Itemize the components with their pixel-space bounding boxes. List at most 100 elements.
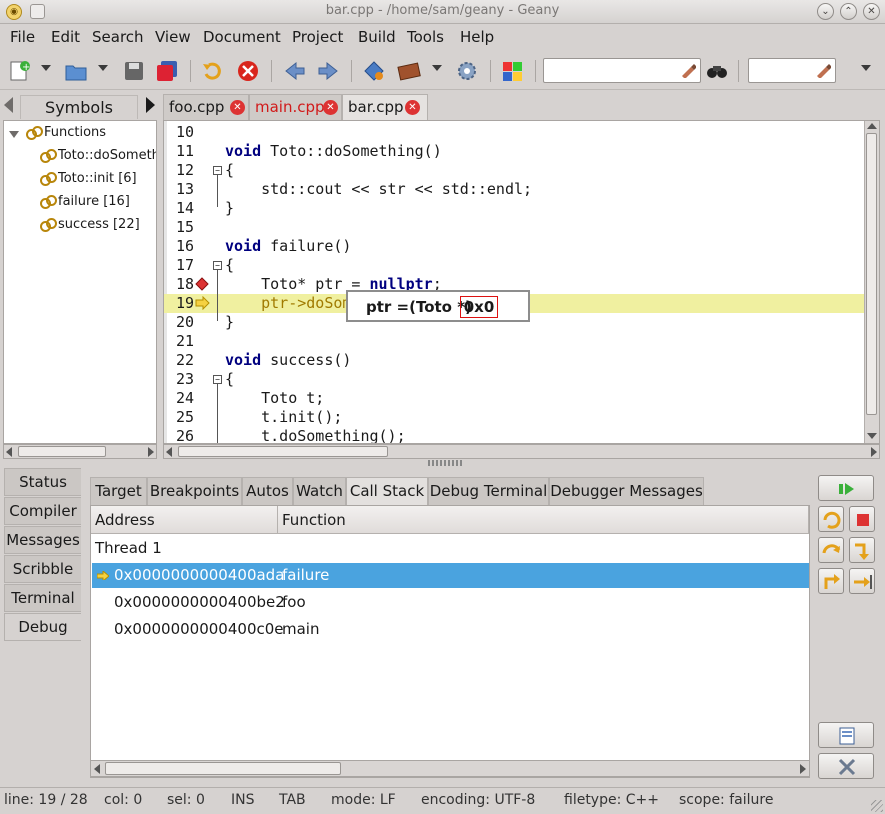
tooltip-value[interactable]: 0x0 [460, 296, 498, 318]
menu-view[interactable]: View [155, 28, 191, 46]
maximize-icon[interactable]: ⌃ [840, 3, 857, 20]
preferences-icon[interactable] [455, 60, 479, 82]
fold-icon[interactable]: − [213, 375, 222, 384]
tab-terminal[interactable]: Terminal [4, 584, 81, 612]
compile-icon[interactable] [362, 60, 386, 82]
clear-search-icon[interactable] [680, 62, 696, 78]
open-file-dropdown-icon[interactable] [98, 65, 108, 71]
sidebar-tab-next-icon[interactable] [146, 97, 155, 113]
find-binoculars-icon[interactable] [705, 60, 729, 82]
tab-breakpoints[interactable]: Breakpoints [147, 477, 242, 505]
thread-row[interactable]: Thread 1 [92, 536, 809, 561]
tab-symbols[interactable]: Symbols [20, 95, 138, 119]
run-continue-button[interactable] [818, 475, 874, 501]
scroll-right-icon[interactable] [871, 447, 877, 457]
stack-frame-row[interactable]: 0x0000000000400c0e main [92, 617, 809, 642]
expander-icon[interactable] [9, 131, 19, 138]
tab-foo-cpp[interactable]: foo.cpp ✕ [163, 94, 249, 120]
sidebar-tab-prev-icon[interactable] [4, 97, 13, 113]
fold-icon[interactable]: − [213, 166, 222, 175]
close-tab-icon[interactable]: ✕ [405, 100, 420, 115]
symbol-item[interactable]: Toto::doSomething [11] [58, 148, 156, 163]
settings-panel-button[interactable] [818, 722, 874, 748]
revert-icon[interactable] [201, 60, 225, 82]
goto-line-input[interactable] [748, 58, 836, 83]
new-file-icon[interactable]: + [8, 60, 32, 82]
tab-main-cpp[interactable]: main.cpp ✕ [249, 94, 342, 120]
tab-call-stack[interactable]: Call Stack [346, 477, 428, 505]
tab-messages[interactable]: Messages [4, 526, 81, 554]
tab-bar-cpp[interactable]: bar.cpp ✕ [342, 94, 428, 120]
tools-button[interactable] [818, 753, 874, 779]
scrollbar-thumb[interactable] [866, 133, 877, 415]
tab-autos[interactable]: Autos [242, 477, 293, 505]
column-header-function[interactable]: Function [278, 506, 809, 534]
menu-tools[interactable]: Tools [407, 28, 444, 46]
close-window-icon[interactable]: ✕ [863, 3, 880, 20]
restart-button[interactable] [818, 506, 844, 532]
menu-edit[interactable]: Edit [51, 28, 80, 46]
minimize-icon[interactable]: ⌄ [817, 3, 834, 20]
search-input[interactable] [543, 58, 701, 83]
close-file-icon[interactable] [236, 60, 260, 82]
build-icon[interactable] [397, 60, 421, 82]
tab-debug-terminal[interactable]: Debug Terminal [428, 477, 549, 505]
code-editor[interactable]: 10 11 void Toto::doSomething() 12−{ 13 st… [163, 120, 880, 444]
toolbar-overflow-icon[interactable] [861, 65, 871, 71]
tab-compiler[interactable]: Compiler [4, 497, 81, 525]
step-out-button[interactable] [818, 568, 844, 594]
scroll-right-icon[interactable] [148, 447, 154, 457]
open-file-icon[interactable] [64, 60, 88, 82]
menu-search[interactable]: Search [92, 28, 144, 46]
build-dropdown-icon[interactable] [432, 65, 442, 71]
tab-status[interactable]: Status [4, 468, 81, 496]
scroll-left-icon[interactable] [166, 447, 172, 457]
symbol-item[interactable]: success [22] [58, 217, 140, 232]
clear-goto-icon[interactable] [815, 62, 831, 78]
color-chooser-icon[interactable] [501, 60, 525, 82]
tab-scribble[interactable]: Scribble [4, 555, 81, 583]
scroll-left-icon[interactable] [6, 447, 12, 457]
tab-debugger-messages[interactable]: Debugger Messages [549, 477, 704, 505]
navigate-back-icon[interactable] [283, 60, 307, 82]
save-all-icon[interactable] [155, 60, 179, 82]
navigate-forward-icon[interactable] [316, 60, 340, 82]
menu-document[interactable]: Document [203, 28, 281, 46]
fold-icon[interactable]: − [213, 261, 222, 270]
menu-help[interactable]: Help [460, 28, 494, 46]
close-tab-icon[interactable]: ✕ [230, 100, 245, 115]
scroll-left-icon[interactable] [94, 764, 100, 774]
tree-functions-root[interactable]: Functions [44, 125, 106, 140]
menu-build[interactable]: Build [358, 28, 396, 46]
column-header-address[interactable]: Address [91, 506, 278, 534]
scrollbar-thumb[interactable] [18, 446, 106, 457]
symbol-item[interactable]: Toto::init [6] [58, 171, 137, 186]
scrollbar-thumb[interactable] [178, 446, 388, 457]
scroll-up-icon[interactable] [867, 123, 877, 129]
call-stack-horizontal-scrollbar[interactable] [90, 760, 810, 777]
menu-project[interactable]: Project [292, 28, 343, 46]
scroll-down-icon[interactable] [867, 433, 877, 439]
tab-watch[interactable]: Watch [293, 477, 346, 505]
sidebar-horizontal-scrollbar[interactable] [3, 444, 157, 459]
run-to-cursor-button[interactable] [849, 568, 875, 594]
pane-resize-grip[interactable] [428, 460, 462, 466]
scrollbar-thumb[interactable] [105, 762, 341, 775]
save-icon[interactable] [122, 60, 146, 82]
new-file-dropdown-icon[interactable] [41, 65, 51, 71]
step-over-button[interactable] [818, 537, 844, 563]
close-tab-icon[interactable]: ✕ [323, 100, 338, 115]
resize-grip-icon[interactable] [871, 800, 883, 812]
editor-vertical-scrollbar[interactable] [864, 121, 879, 443]
breakpoint-icon[interactable] [195, 277, 209, 291]
stop-button[interactable] [849, 506, 875, 532]
stack-frame-row[interactable]: 0x0000000000400ada failure [92, 563, 809, 588]
menu-file[interactable]: File [10, 28, 35, 46]
tab-target[interactable]: Target [90, 477, 147, 505]
tab-debug[interactable]: Debug [4, 613, 81, 641]
editor-horizontal-scrollbar[interactable] [163, 444, 880, 459]
scroll-right-icon[interactable] [800, 764, 806, 774]
stack-frame-row[interactable]: 0x0000000000400be2 foo [92, 590, 809, 615]
step-into-button[interactable] [849, 537, 875, 563]
symbol-item[interactable]: failure [16] [58, 194, 130, 209]
